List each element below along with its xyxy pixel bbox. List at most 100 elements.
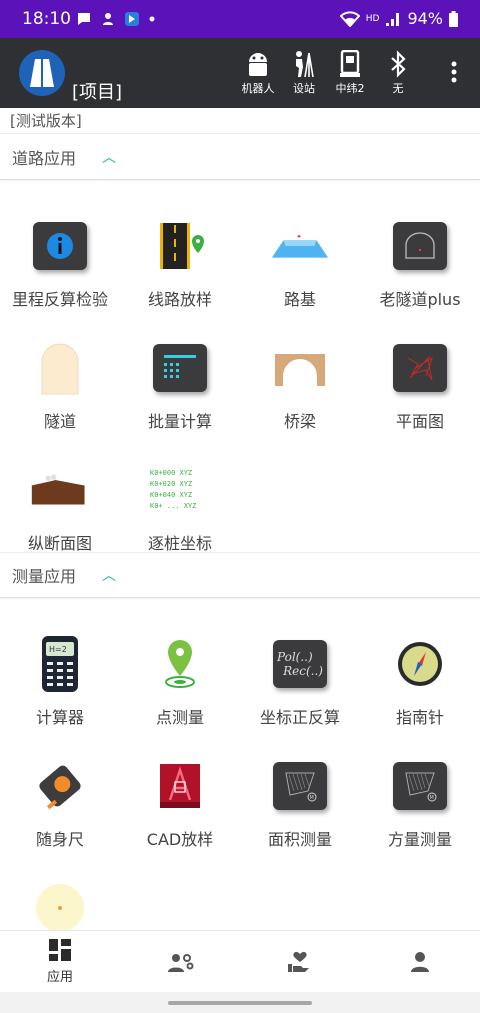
road-pin-icon [160,223,204,269]
bridge-icon [275,354,325,386]
app-label: 坐标正反算 [259,708,340,727]
app-pile-coords[interactable]: K0+000 XYZ K0+020 XYZ K0+040 XYZ K0+ ...… [120,462,240,584]
point-survey-icon [165,640,195,688]
pile-line: K0+040 XYZ [150,491,193,499]
person-icon [411,951,429,972]
app-logo[interactable] [19,50,65,96]
instrument-label: 中纬2 [335,82,365,95]
batch-calc-icon [153,344,207,392]
app-compass[interactable]: 指南针 [360,636,480,758]
tab-profile[interactable] [360,931,480,992]
profile-icon [31,474,85,505]
instrument-button[interactable]: 中纬2 [326,50,374,96]
app-old-tunnel[interactable]: 老隧道plus [360,218,480,340]
chevron-up-icon[interactable]: ︿ [102,565,116,585]
app-point-survey[interactable]: 点测量 [120,636,240,758]
coord-convert-icon: Pol(..) Rec(..) [273,640,327,688]
app-label: 老隧道plus [379,290,461,309]
message-icon [78,13,90,25]
app-label: 逐桩坐标 [147,534,212,553]
app-partial-item[interactable] [0,880,120,930]
app-area-measure[interactable]: M 面积测量 [240,758,360,880]
tab-care[interactable] [240,931,360,992]
care-icon [288,951,309,972]
area-measure-icon: M [273,762,327,810]
info-icon [33,222,87,270]
pile-coords-icon: K0+000 XYZ K0+020 XYZ K0+040 XYZ K0+ ...… [150,462,210,518]
app-label: 点测量 [155,708,204,727]
tab-apps[interactable]: 应用 [0,931,120,992]
section-title: 测量应用 [12,567,77,586]
app-cad-stakeout[interactable]: CAD放样 [120,758,240,880]
app-label: 计算器 [35,708,84,727]
more-vert-icon[interactable] [448,60,460,84]
version-label: [测试版本] [0,108,480,134]
app-tape-measure[interactable]: 随身尺 [0,758,120,880]
bluetooth-label: 无 [392,82,404,95]
app-label: 路基 [283,290,316,309]
status-right: HD 94% [339,9,458,28]
app-tunnel[interactable]: 隧道 [0,340,120,462]
app-subgrade[interactable]: 路基 [240,218,360,340]
svg-text:M: M [430,795,434,801]
plan-view-icon [393,344,447,392]
toolbar-actions: 机器人 设站 中纬2 无 [234,50,422,96]
pile-line: K0+020 XYZ [150,480,193,488]
pile-line: K0+ ... XYZ [150,502,197,510]
station-setup-label: 设站 [293,82,315,95]
app-coord-convert[interactable]: Pol(..) Rec(..) 坐标正反算 [240,636,360,758]
app-volume-measure[interactable]: M 方量测量 [360,758,480,880]
app-batch-calc[interactable]: 批量计算 [120,340,240,462]
app-label: 面积测量 [267,830,332,849]
subgrade-icon [271,234,329,258]
robot-button[interactable]: 机器人 [234,50,282,96]
app-route-stakeout[interactable]: 线路放样 [120,218,240,340]
road-logo-icon [30,59,54,87]
app-label: 批量计算 [147,412,212,431]
app-mileage-check[interactable]: 里程反算检验 [0,218,120,340]
signal-icon [386,12,400,26]
system-nav-bar [0,992,480,1013]
road-apps-grid: 里程反算检验 线路放样 路基 老隧道plus 隧道 批量计算 桥梁 平面图 纵断… [0,180,480,584]
old-tunnel-icon [393,222,447,270]
clock: 18:10 [22,9,71,29]
app-notification-icon [103,13,113,25]
app-label: 方量测量 [387,830,452,849]
tab-label: 应用 [46,970,73,985]
total-station-icon [340,50,360,77]
app-content[interactable]: [测试版本] 道路应用 ︿ 里程反算检验 线路放样 路基 老隧道plus 隧道 … [0,108,480,930]
calc-screen-text: H=2 [49,645,67,654]
pile-line: K0+000 XYZ [150,469,193,477]
project-selector[interactable]: [项目] [72,78,122,104]
circle-app-icon [36,884,84,930]
app-bridge[interactable]: 桥梁 [240,340,360,462]
dot-icon [149,16,155,22]
app-label: CAD放样 [146,830,214,849]
shortcut-icon [125,12,139,26]
station-setup-button[interactable]: 设站 [280,50,328,96]
app-label: 随身尺 [35,830,84,849]
hd-label: HD [365,13,380,24]
section-road-header[interactable]: 道路应用 ︿ [0,134,480,180]
app-plan-view[interactable]: 平面图 [360,340,480,462]
app-label: 线路放样 [147,290,212,309]
coord-line: Rec(..) [283,664,323,678]
surveyor-icon [296,51,314,78]
coord-line: Pol(..) [277,650,313,664]
apps-icon [49,939,71,961]
app-label: 纵断面图 [27,534,92,553]
home-gesture-pill[interactable] [168,1001,312,1005]
tab-team[interactable] [120,931,240,992]
status-bar: 18:10 HD 94% [0,0,480,38]
compass-icon [398,642,442,686]
app-calculator[interactable]: H=2 计算器 [0,636,120,758]
battery-icon [449,10,458,27]
bluetooth-button[interactable]: 无 [374,50,422,96]
tunnel-icon [41,343,79,395]
team-settings-icon [168,953,194,972]
notification-icons [76,11,156,27]
chevron-up-icon[interactable]: ︿ [102,147,116,167]
battery-percent: 94% [407,9,443,28]
tape-measure-icon [39,765,81,810]
survey-apps-grid: H=2 计算器 点测量 Pol(..) Rec(..) 坐标正反算 指南针 随身… [0,598,480,930]
